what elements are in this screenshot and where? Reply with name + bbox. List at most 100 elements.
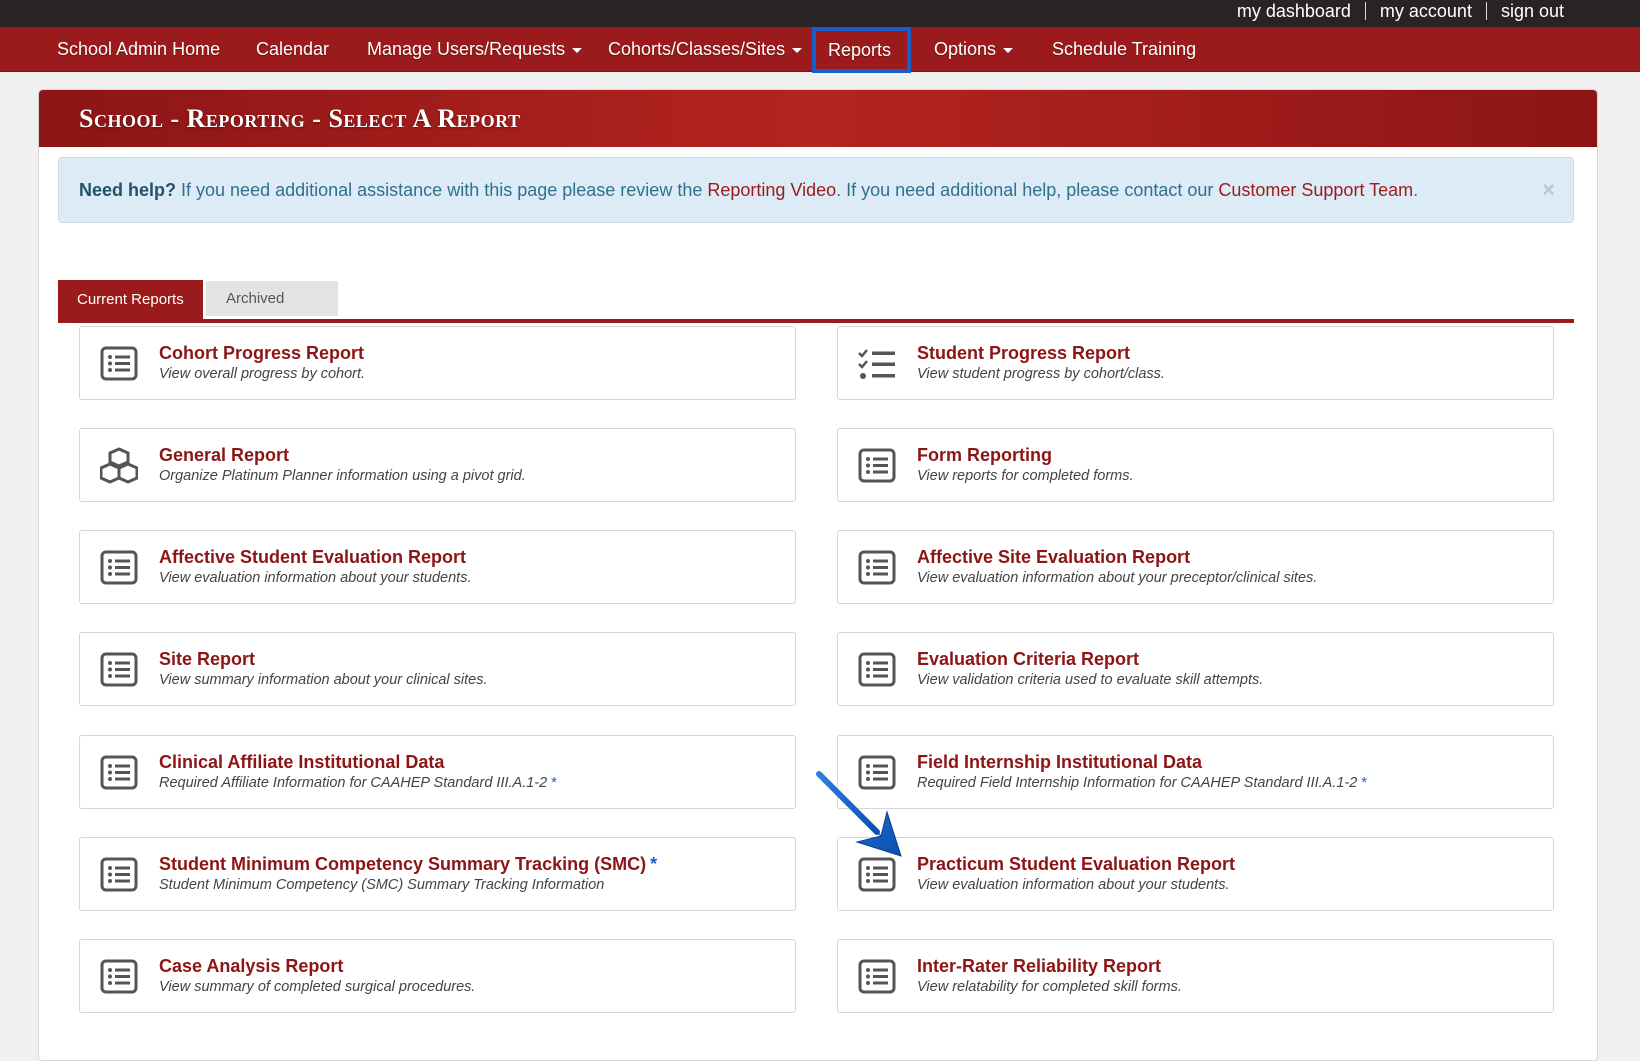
report-card[interactable]: Student Minimum Competency Summary Track… (79, 837, 796, 911)
page-title: School - Reporting - Select A Report (79, 104, 521, 133)
report-title-link[interactable]: Student Progress Report (917, 343, 1130, 364)
cubes-icon (99, 447, 139, 485)
report-description-text: View validation criteria used to evaluat… (917, 672, 1264, 688)
report-description-text: View relatability for completed skill fo… (917, 979, 1182, 995)
report-title-link[interactable]: Field Internship Institutional Data (917, 752, 1202, 773)
report-description-text: View student progress by cohort/class. (917, 366, 1165, 382)
report-description-text: View evaluation information about your s… (917, 877, 1230, 893)
nav-reports[interactable]: Reports (812, 27, 911, 73)
close-icon[interactable]: × (1542, 158, 1555, 222)
report-card[interactable]: Student Progress Report View student prog… (837, 326, 1554, 400)
report-title: Cohort Progress Report (159, 343, 365, 363)
list-icon (858, 958, 896, 996)
my-account-link[interactable]: my account (1366, 1, 1486, 22)
report-description: Required Field Internship Information fo… (917, 775, 1367, 791)
nav-label: Manage Users/Requests (367, 39, 566, 59)
nav-cohorts[interactable]: Cohorts/Classes/Sites (608, 27, 803, 71)
report-description: View evaluation information about your p… (917, 570, 1317, 586)
report-card[interactable]: Inter-Rater Reliability Report View relat… (837, 939, 1554, 1013)
report-description-text: View overall progress by cohort. (159, 366, 366, 382)
report-description: View summary information about your clin… (159, 672, 488, 688)
report-title-link[interactable]: Affective Site Evaluation Report (917, 547, 1190, 568)
nav-label: Schedule Training (1052, 39, 1197, 59)
report-title-link[interactable]: Case Analysis Report (159, 956, 343, 977)
report-card[interactable]: Case Analysis Report View summary of comp… (79, 939, 796, 1013)
report-description: View relatability for completed skill fo… (917, 979, 1182, 995)
top-bar: my dashboard my account sign out (0, 0, 1640, 27)
list-icon (100, 754, 138, 792)
report-card[interactable]: General Report Organize Platinum Planner … (79, 428, 796, 502)
nav-calendar[interactable]: Calendar (256, 27, 329, 71)
required-star: * (650, 854, 658, 874)
panel-header: School - Reporting - Select A Report (39, 90, 1597, 147)
main-nav: School Admin Home Calendar Manage Users/… (0, 27, 1640, 73)
report-description: View evaluation information about your s… (159, 570, 471, 586)
report-card[interactable]: Evaluation Criteria Report View validatio… (837, 632, 1554, 706)
nav-label: Options (934, 39, 997, 59)
customer-support-link[interactable]: Customer Support Team (1218, 180, 1413, 200)
report-title-link[interactable]: Clinical Affiliate Institutional Data (159, 752, 444, 773)
user-links: my dashboard my account sign out (1223, 0, 1578, 22)
report-card[interactable]: Affective Site Evaluation Report View eva… (837, 530, 1554, 604)
report-card[interactable]: Cohort Progress Report View overall progr… (79, 326, 796, 400)
nav-label: School Admin Home (57, 39, 221, 59)
report-card[interactable]: Affective Student Evaluation Report View … (79, 530, 796, 604)
sign-out-link[interactable]: sign out (1487, 1, 1578, 22)
report-title-link[interactable]: Practicum Student Evaluation Report (917, 854, 1235, 875)
report-title: Affective Student Evaluation Report (159, 547, 467, 567)
report-title-link[interactable]: Inter-Rater Reliability Report (917, 956, 1161, 977)
report-card[interactable]: Clinical Affiliate Institutional Data Req… (79, 735, 796, 809)
report-title-link[interactable]: Evaluation Criteria Report (917, 649, 1139, 670)
checklist-icon (858, 345, 896, 383)
report-card[interactable]: Site Report View summary information abou… (79, 632, 796, 706)
report-description-text: View evaluation information about your p… (917, 570, 1318, 586)
report-description-text: Student Minimum Competency (SMC) Summary… (159, 877, 605, 893)
list-icon (858, 651, 896, 689)
caret-down-icon (792, 47, 803, 53)
report-title: Practicum Student Evaluation Report (917, 854, 1236, 874)
reporting-panel: School - Reporting - Select A Report Nee… (38, 89, 1598, 1061)
list-icon (100, 549, 138, 587)
report-description: Required Affiliate Information for CAAHE… (159, 775, 557, 791)
nav-schedule-training[interactable]: Schedule Training (1052, 27, 1196, 71)
report-description-text: Required Field Internship Information fo… (917, 775, 1358, 791)
report-title-link[interactable]: Form Reporting (917, 445, 1052, 466)
report-description: Student Minimum Competency (SMC) Summary… (159, 877, 604, 893)
help-text: If you need additional assistance with t… (176, 180, 708, 200)
nav-manage-users[interactable]: Manage Users/Requests (367, 27, 583, 71)
report-description-text: View summary information about your clin… (159, 672, 488, 688)
caret-down-icon (1003, 47, 1014, 53)
my-dashboard-link[interactable]: my dashboard (1223, 1, 1365, 22)
report-title: Case Analysis Report (159, 956, 344, 976)
list-icon (858, 447, 896, 485)
tab-archived-reports[interactable]: Archived Reports (206, 281, 338, 343)
required-star: * (1361, 775, 1367, 791)
report-title: Evaluation Criteria Report (917, 649, 1140, 669)
nav-school-admin-home[interactable]: School Admin Home (57, 27, 220, 71)
report-title-link[interactable]: Student Minimum Competency Summary Track… (159, 854, 657, 875)
report-card[interactable]: Practicum Student Evaluation Report View … (837, 837, 1554, 911)
report-title: General Report (159, 445, 290, 465)
report-card[interactable]: Form Reporting View reports for completed… (837, 428, 1554, 502)
report-description-text: Organize Platinum Planner information us… (159, 468, 526, 484)
report-title-link[interactable]: Site Report (159, 649, 255, 670)
report-title-link[interactable]: Cohort Progress Report (159, 343, 364, 364)
nav-label: Cohorts/Classes/Sites (608, 39, 786, 59)
report-title-link[interactable]: General Report (159, 445, 289, 466)
nav-label: Reports (828, 40, 892, 60)
report-title: Student Minimum Competency Summary Track… (159, 854, 647, 874)
report-card[interactable]: Field Internship Institutional Data Requi… (837, 735, 1554, 809)
report-description: Organize Platinum Planner information us… (159, 468, 526, 484)
report-tabs: Current Reports Archived Reports (58, 280, 1574, 343)
reporting-video-link[interactable]: Reporting Video (707, 180, 836, 200)
tab-current-reports[interactable]: Current Reports (58, 280, 203, 319)
report-description: View evaluation information about your s… (917, 877, 1229, 893)
report-description-text: View summary of completed surgical proce… (159, 979, 476, 995)
help-text: . (1413, 180, 1419, 200)
list-icon (100, 651, 138, 689)
list-icon (100, 345, 138, 383)
nav-options[interactable]: Options (934, 27, 1014, 71)
report-title-link[interactable]: Affective Student Evaluation Report (159, 547, 466, 568)
list-icon (858, 549, 896, 587)
report-title: Clinical Affiliate Institutional Data (159, 752, 445, 772)
